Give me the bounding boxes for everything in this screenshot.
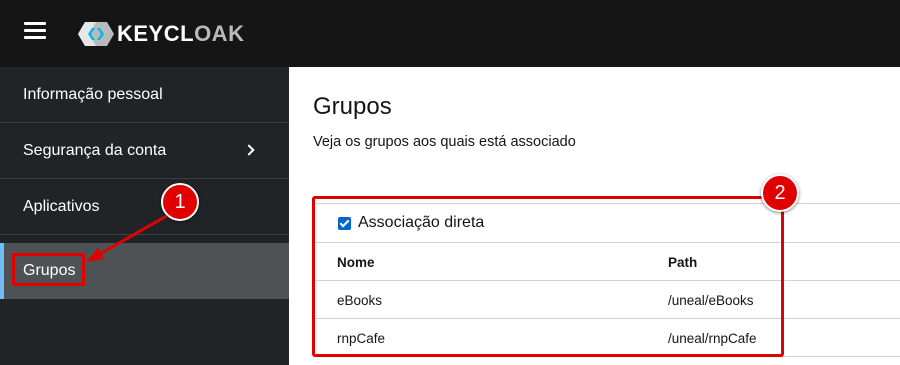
sidebar: Informação pessoal Segurança da conta Ap… bbox=[0, 67, 289, 365]
main-content: Grupos Veja os grupos aos quais está ass… bbox=[289, 67, 900, 365]
keycloak-logo[interactable]: KEYCLOAK bbox=[76, 19, 244, 49]
hamburger-icon[interactable] bbox=[24, 22, 46, 40]
group-name-cell: rnpCafe bbox=[337, 331, 386, 346]
chevron-right-icon bbox=[243, 144, 255, 156]
group-path-cell: /uneal/eBooks bbox=[668, 293, 754, 308]
callout-badge-2: 2 bbox=[761, 174, 799, 212]
sidebar-item-applications[interactable]: Aplicativos bbox=[0, 179, 289, 235]
column-header-name: Nome bbox=[337, 255, 375, 270]
table-row: rnpCafe /uneal/rnpCafe bbox=[313, 319, 900, 357]
sidebar-item-label: Informação pessoal bbox=[23, 86, 163, 103]
column-header-path: Path bbox=[668, 255, 698, 270]
page-title: Grupos bbox=[313, 93, 392, 120]
sidebar-item-label: Grupos bbox=[23, 262, 76, 279]
active-indicator bbox=[0, 243, 4, 299]
callout-badge-1: 1 bbox=[161, 183, 199, 221]
sidebar-item-groups[interactable]: Grupos bbox=[0, 243, 289, 299]
sidebar-item-account-security[interactable]: Segurança da conta bbox=[0, 123, 289, 179]
direct-membership-row: Associação direta bbox=[313, 204, 900, 243]
group-name-cell: eBooks bbox=[337, 293, 383, 308]
direct-membership-label[interactable]: Associação direta bbox=[358, 214, 484, 232]
masthead: KEYCLOAK bbox=[0, 0, 900, 67]
table-header-row: Nome Path bbox=[313, 243, 900, 281]
sidebar-item-label: Segurança da conta bbox=[23, 142, 167, 159]
page-description: Veja os grupos aos quais está associado bbox=[313, 134, 576, 150]
sidebar-item-label: Aplicativos bbox=[23, 198, 100, 215]
group-path-cell: /uneal/rnpCafe bbox=[668, 331, 757, 346]
logo-text: KEYCLOAK bbox=[117, 21, 245, 46]
direct-membership-checkbox[interactable] bbox=[338, 217, 351, 230]
table-row: eBooks /uneal/eBooks bbox=[313, 281, 900, 319]
sidebar-item-personal-info[interactable]: Informação pessoal bbox=[0, 67, 289, 123]
keycloak-logo-icon bbox=[78, 22, 114, 46]
